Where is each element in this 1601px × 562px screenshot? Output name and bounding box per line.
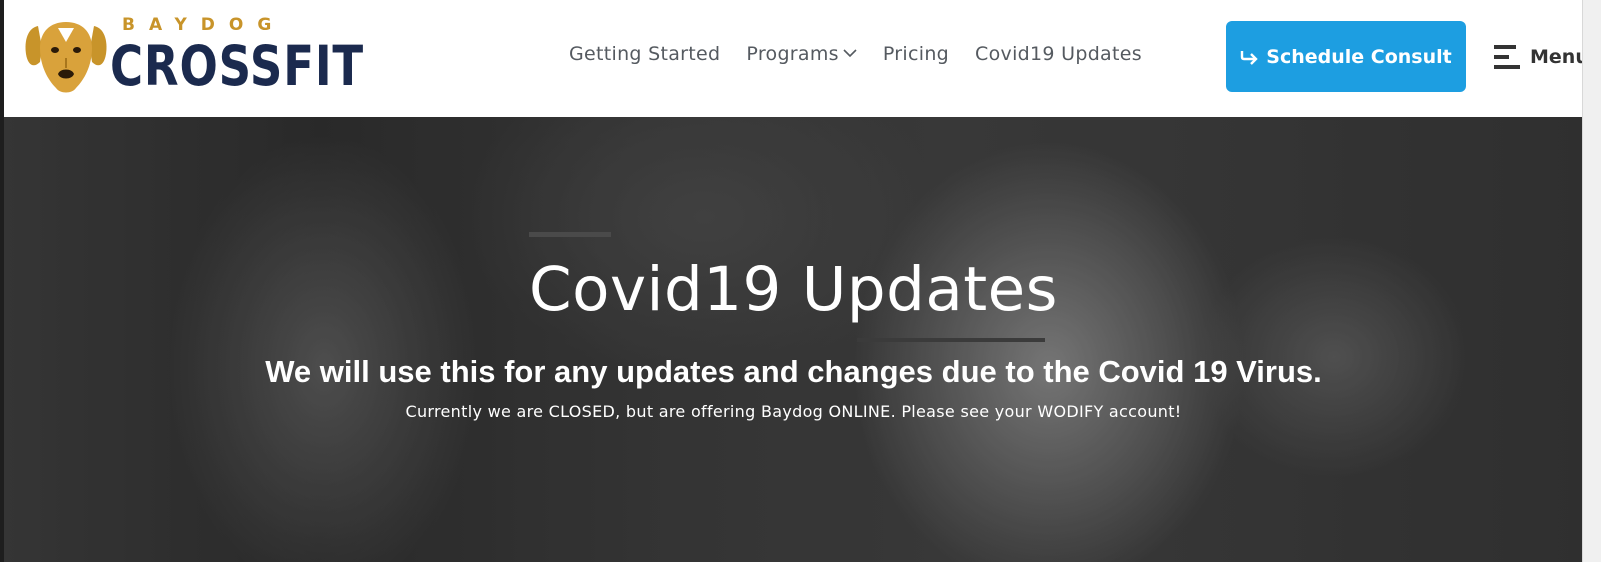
site-header: BAYDOG CROSSFIT Getting Started Programs… — [4, 0, 1589, 117]
menu-button[interactable]: Menu — [1494, 43, 1589, 71]
nav-item-label: Getting Started — [569, 43, 721, 65]
dog-head-logo-icon — [25, 22, 107, 93]
main-nav: Getting Started Programs Pricing Covid19… — [569, 43, 1168, 65]
hero-banner: Covid19 Updates We will use this for any… — [4, 117, 1583, 562]
nav-item-label: Pricing — [882, 43, 950, 65]
chevron-down-icon — [843, 49, 857, 58]
hero-background-image — [4, 117, 1583, 562]
nav-item-label: Programs — [746, 43, 839, 65]
hamburger-icon — [1494, 43, 1520, 71]
nav-item-getting-started[interactable]: Getting Started — [569, 43, 720, 65]
hero-divider-bottom — [857, 338, 1045, 342]
nav-item-pricing[interactable]: Pricing — [883, 43, 949, 65]
nav-item-covid19-updates[interactable]: Covid19 Updates — [975, 43, 1142, 65]
hero-subtitle: We will use this for any updates and cha… — [265, 354, 1322, 389]
logo-main-text: CROSSFIT — [110, 34, 365, 98]
hero-divider-top — [529, 232, 611, 237]
menu-label: Menu — [1530, 46, 1589, 68]
window-scrollbar[interactable] — [1582, 0, 1601, 562]
site-logo[interactable]: BAYDOG CROSSFIT — [22, 12, 363, 98]
schedule-consult-button[interactable]: Schedule Consult — [1226, 21, 1466, 92]
page-title: Covid19 Updates — [529, 254, 1058, 325]
hero-message: Currently we are CLOSED, but are offerin… — [405, 402, 1182, 421]
logo-top-text: BAYDOG — [122, 15, 286, 35]
nav-item-programs[interactable]: Programs — [746, 43, 857, 65]
nav-item-label: Covid19 Updates — [975, 43, 1142, 65]
schedule-consult-label: Schedule Consult — [1266, 45, 1452, 68]
arrow-turn-icon — [1241, 50, 1258, 65]
